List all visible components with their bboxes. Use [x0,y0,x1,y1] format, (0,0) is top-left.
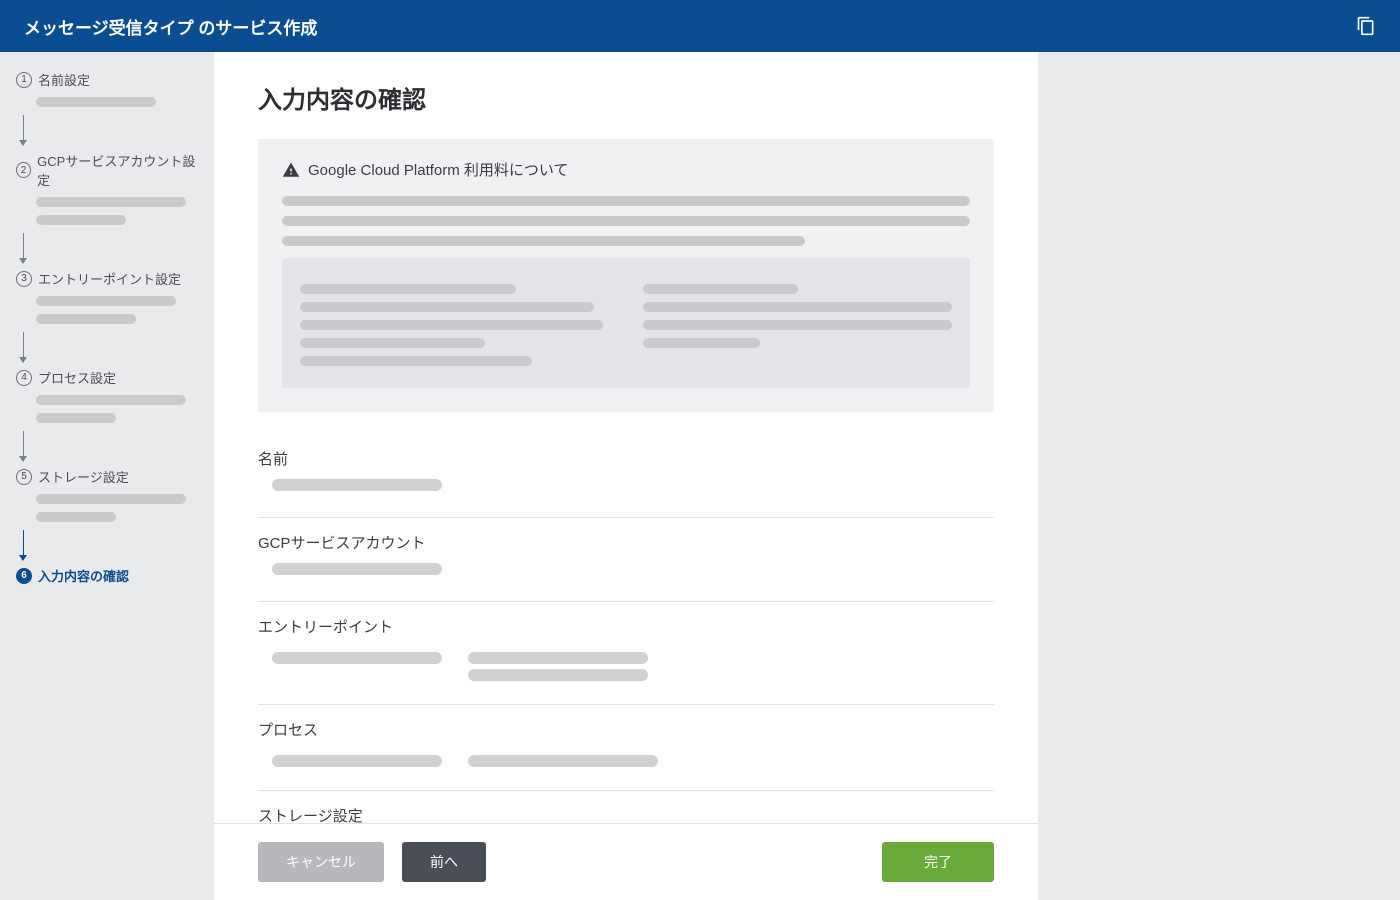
step-label: ストレージ設定 [38,467,129,486]
section-label: GCPサービスアカウント [258,532,994,553]
gcp-notice: Google Cloud Platform 利用料について [258,139,994,412]
step-connector-icon [23,332,24,362]
wizard-step-6[interactable]: 6 入力内容の確認 [16,566,198,585]
step-number-icon: 5 [16,469,32,485]
step-label: GCPサービスアカウント設定 [37,151,198,189]
step-label: 入力内容の確認 [38,566,129,585]
review-section-storage: ストレージ設定 [258,791,994,823]
wizard-step-5[interactable]: 5 ストレージ設定 [16,467,198,486]
step-number-icon: 4 [16,370,32,386]
step-number-icon: 3 [16,271,32,287]
wizard-step-4[interactable]: 4 プロセス設定 [16,368,198,387]
step-label: プロセス設定 [38,368,116,387]
done-button[interactable]: 完了 [882,842,994,882]
warning-icon [282,161,300,179]
step-number-icon: 6 [16,568,32,584]
wizard-step-1[interactable]: 1 名前設定 [16,70,198,89]
review-section-gcp-account: GCPサービスアカウント [258,518,994,602]
section-label: プロセス [258,719,994,740]
wizard-footer: キャンセル 前へ 完了 [214,823,1038,900]
notice-sub-panel [282,258,970,388]
page-title: 入力内容の確認 [258,80,994,115]
prev-button[interactable]: 前へ [402,842,486,882]
section-label: 名前 [258,448,994,469]
notice-body-placeholder [282,196,970,246]
copy-stack-icon[interactable] [1356,16,1376,36]
step-connector-icon [23,233,24,263]
wizard-sidebar: 1 名前設定 2 GCPサービスアカウント設定 3 エントリーポイント設定 4 … [0,52,214,900]
header-title: メッセージ受信タイプ のサービス作成 [24,14,317,39]
step-label: エントリーポイント設定 [38,269,181,288]
review-section-name: 名前 [258,434,994,518]
section-label: ストレージ設定 [258,805,994,823]
step-label: 名前設定 [38,70,90,89]
step-number-icon: 1 [16,72,32,88]
notice-title: Google Cloud Platform 利用料について [308,159,568,180]
step-connector-icon [23,530,24,560]
app-header: メッセージ受信タイプ のサービス作成 [0,0,1400,52]
review-section-process: プロセス [258,705,994,791]
step-connector-icon [23,115,24,145]
main-content: 入力内容の確認 Google Cloud Platform 利用料について [214,52,1038,823]
review-section-entrypoint: エントリーポイント [258,602,994,705]
step-connector-icon [23,431,24,461]
cancel-button[interactable]: キャンセル [258,842,384,882]
section-label: エントリーポイント [258,616,994,637]
wizard-step-3[interactable]: 3 エントリーポイント設定 [16,269,198,288]
step-number-icon: 2 [16,162,31,178]
wizard-step-2[interactable]: 2 GCPサービスアカウント設定 [16,151,198,189]
